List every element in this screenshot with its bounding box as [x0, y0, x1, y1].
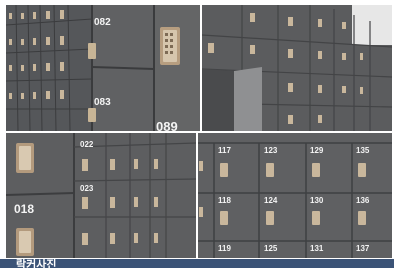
locker-number-137: 137: [356, 244, 370, 253]
locker-number-118: 118: [218, 196, 231, 205]
open-locker-corridor-image: [202, 5, 392, 131]
caption-text: 락커사진: [16, 259, 57, 268]
keypad-locker-row-image: 018 022 023: [6, 133, 196, 258]
locker-number-124: 124: [264, 196, 278, 205]
locker-number-117: 117: [218, 146, 231, 155]
locker-number-018: 018: [14, 202, 34, 216]
locker-number-022: 022: [80, 140, 94, 149]
numbered-lockers-grid-image: 117 123 129 135 118 124 130 136 119 125 …: [198, 133, 392, 258]
locker-number-089: 089: [156, 119, 178, 131]
locker-number-123: 123: [264, 146, 278, 155]
locker-number-082: 082: [94, 17, 111, 28]
photo-bottom-right: 117 123 129 135 118 124 130 136 119 125 …: [198, 133, 392, 258]
caption-banner: 락커사진: [0, 259, 394, 268]
locker-number-131: 131: [310, 244, 324, 253]
locker-number-083: 083: [94, 97, 111, 108]
photo-top-left: 082 083 089: [6, 5, 200, 131]
photo-bottom-left: 018 022 023: [6, 133, 196, 258]
locker-number-135: 135: [356, 146, 370, 155]
locker-number-125: 125: [264, 244, 278, 253]
locker-number-130: 130: [310, 196, 324, 205]
locker-number-119: 119: [218, 244, 231, 253]
locker-wall-perspective-image: 082 083 089: [6, 5, 200, 131]
photo-top-right: [202, 5, 392, 131]
locker-number-023: 023: [80, 184, 94, 193]
locker-number-136: 136: [356, 196, 370, 205]
locker-number-129: 129: [310, 146, 324, 155]
